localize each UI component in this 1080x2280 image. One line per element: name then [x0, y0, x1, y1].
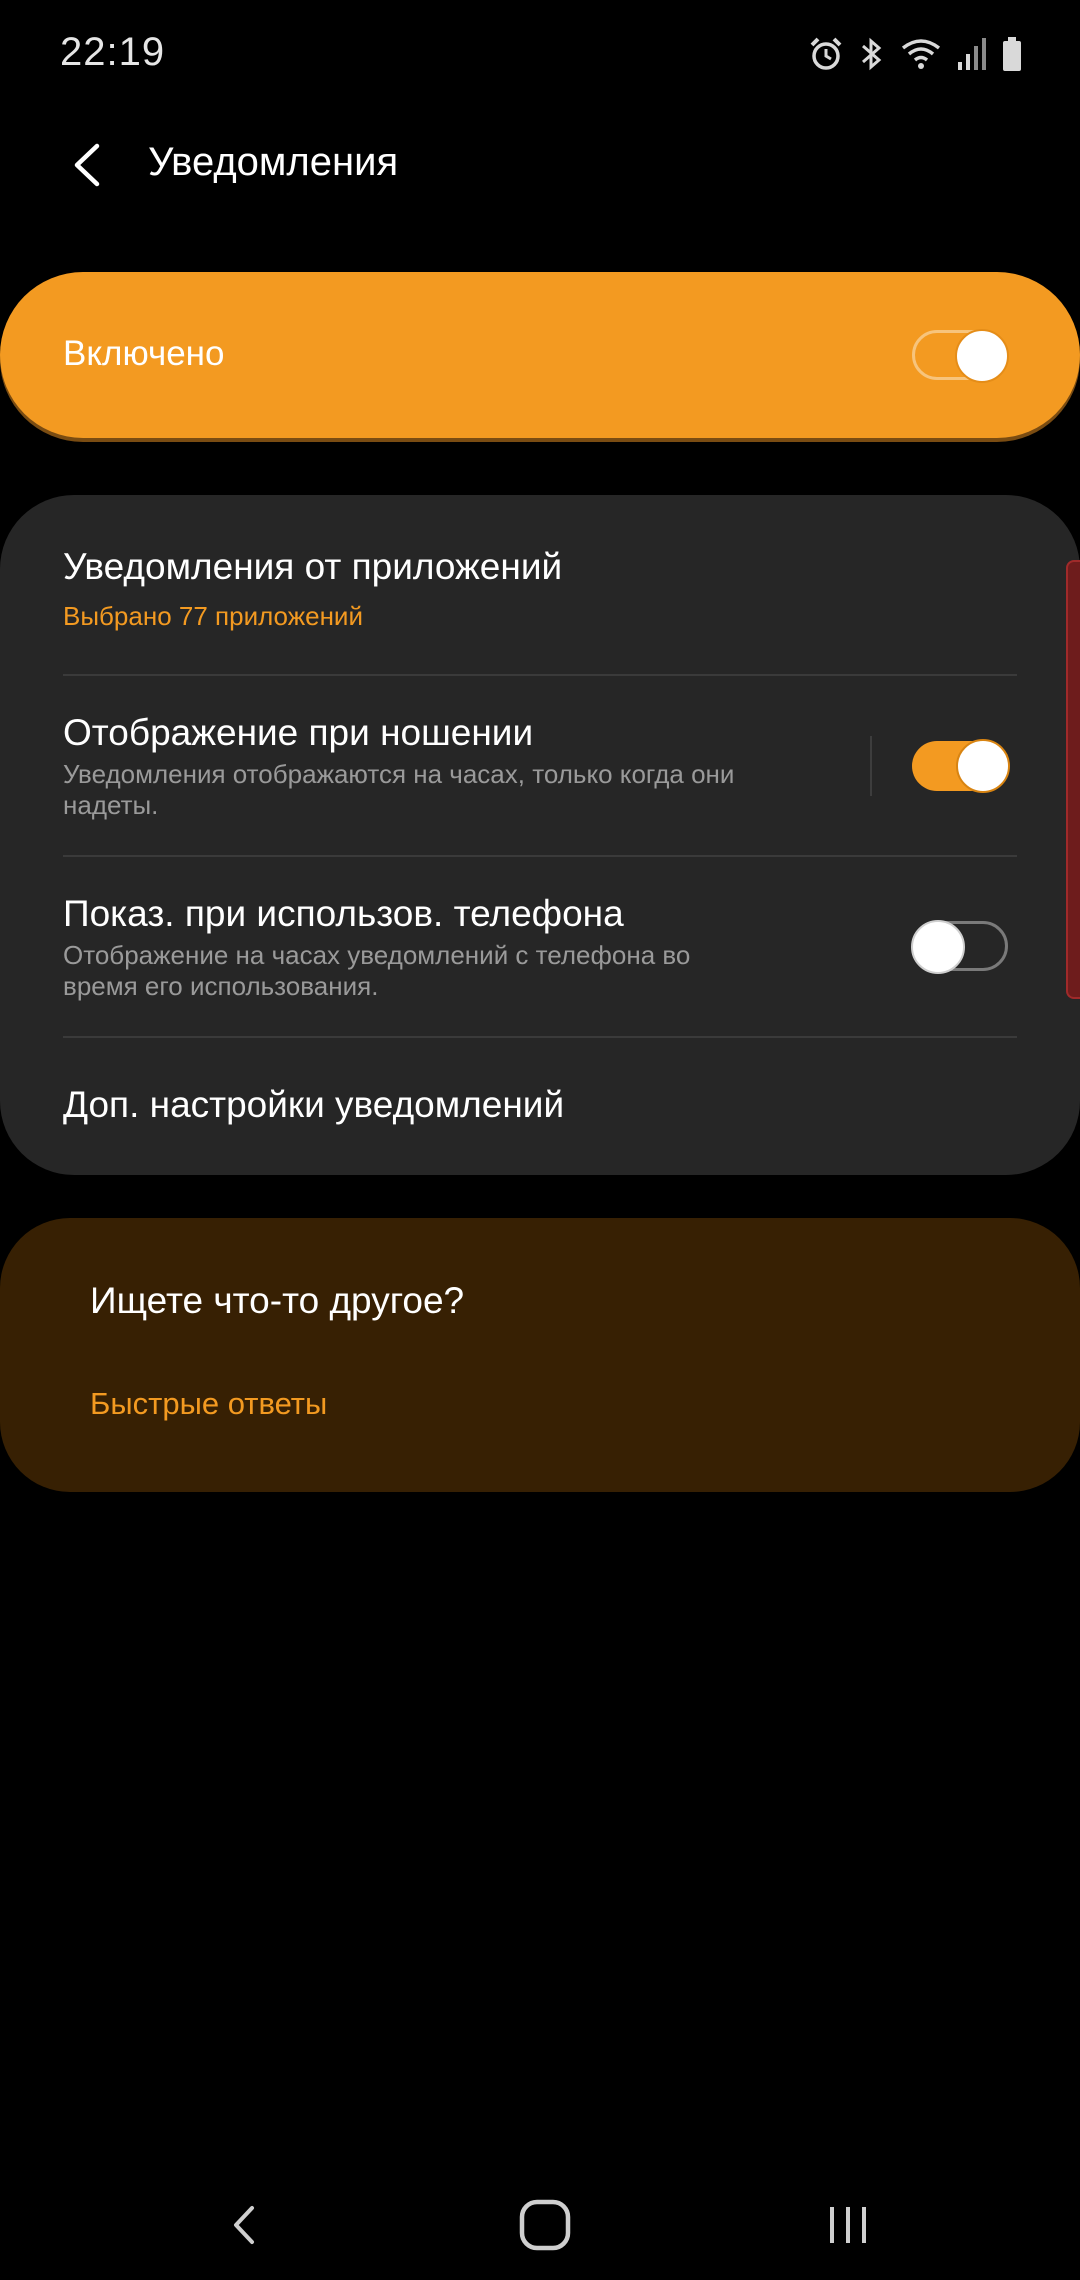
chevron-left-icon [74, 143, 100, 187]
setting-show-when-wearing[interactable]: Отображение при ношении Уведомления отоб… [63, 711, 1017, 821]
show-when-using-phone-toggle[interactable] [911, 920, 1008, 974]
master-switch-toggle[interactable] [912, 329, 1009, 383]
back-button[interactable] [52, 130, 122, 200]
battery-icon [1002, 36, 1022, 72]
show-when-wearing-toggle[interactable] [912, 739, 1010, 793]
scroll-indicator[interactable] [1066, 560, 1080, 999]
page-title: Уведомления [148, 140, 399, 184]
settings-card: Уведомления от приложений Выбрано 77 при… [0, 495, 1080, 1175]
row-title: Доп. настройки уведомлений [63, 1084, 565, 1125]
status-bar: 22:19 [0, 0, 1080, 110]
bluetooth-icon [858, 36, 886, 72]
setting-show-when-using-phone[interactable]: Показ. при использов. телефона Отображен… [63, 892, 1017, 1002]
row-title: Отображение при ношении [63, 712, 534, 753]
signal-icon [956, 36, 988, 72]
row-title: Уведомления от приложений [63, 546, 563, 587]
master-switch-bar[interactable]: Включено [0, 272, 1080, 438]
divider [63, 674, 1017, 676]
alarm-icon [808, 36, 844, 72]
row-subtitle: Уведомления отображаются на часах, тольк… [63, 759, 735, 820]
toggle-knob [955, 329, 1009, 383]
nav-recents-button[interactable] [808, 2190, 888, 2260]
nav-back-button[interactable] [204, 2190, 284, 2260]
divider [63, 855, 1017, 857]
master-switch-label: Включено [63, 334, 225, 373]
row-subtitle: Выбрано 77 приложений [63, 601, 363, 631]
nav-bar [0, 2160, 1080, 2280]
suggestions-title: Ищете что-то другое? [90, 1280, 465, 1321]
nav-home-button[interactable] [505, 2190, 585, 2260]
toggle-knob [956, 739, 1010, 793]
recents-icon [830, 2207, 866, 2243]
vertical-divider [870, 736, 872, 796]
quick-replies-link[interactable]: Быстрые ответы [90, 1386, 327, 1422]
status-time: 22:19 [60, 30, 166, 74]
toggle-knob [911, 920, 965, 974]
app-bar: Уведомления [0, 120, 1080, 210]
divider [63, 1036, 1017, 1038]
setting-app-notifications[interactable]: Уведомления от приложений Выбрано 77 при… [63, 545, 1017, 632]
row-title: Показ. при использов. телефона [63, 893, 624, 934]
row-subtitle: Отображение на часах уведомлений с телеф… [63, 940, 691, 1001]
suggestions-card: Ищете что-то другое? Быстрые ответы [0, 1218, 1080, 1492]
home-icon [519, 2199, 571, 2251]
back-icon [234, 2206, 254, 2244]
setting-advanced-notifications[interactable]: Доп. настройки уведомлений [63, 1083, 1017, 1127]
status-icons [808, 32, 1022, 76]
wifi-icon [900, 36, 942, 72]
